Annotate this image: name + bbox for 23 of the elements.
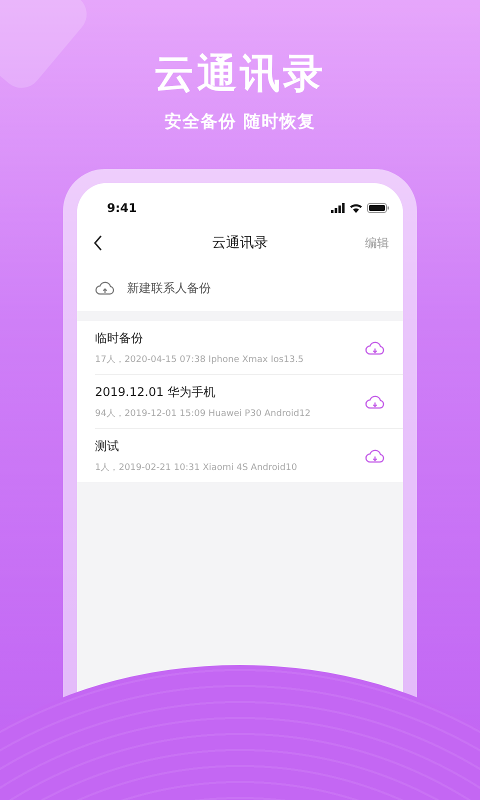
back-icon[interactable] — [93, 235, 103, 251]
cloud-download-icon[interactable] — [365, 395, 385, 409]
signal-icon — [331, 203, 345, 213]
backup-detail: 17人，2020-04-15 07:38 Iphone Xmax Ios13.5 — [95, 354, 304, 366]
backup-title: 临时备份 — [95, 330, 144, 347]
cloud-upload-icon — [95, 281, 115, 295]
backup-detail: 94人，2019-12-01 15:09 Huawei P30 Android12 — [95, 408, 311, 420]
backup-title: 2019.12.01 华为手机 — [95, 384, 217, 401]
new-backup-label: 新建联系人备份 — [127, 280, 211, 296]
battery-icon — [367, 203, 389, 213]
backup-item[interactable]: 临时备份 17人，2020-04-15 07:38 Iphone Xmax Ios13.5 — [95, 321, 403, 375]
backup-item[interactable]: 2019.12.01 华为手机 94人，2019-12-01 15:09 Huawei P30 Android12 — [95, 375, 403, 429]
subtitle: 安全备份 随时恢复 — [164, 111, 316, 133]
new-backup-row[interactable]: 新建联系人备份 — [77, 265, 403, 311]
cloud-download-icon[interactable] — [365, 449, 385, 463]
headline: 云通讯录 — [154, 50, 326, 99]
status-time: 9:41 — [107, 201, 137, 215]
backup-item[interactable]: 测试 1人，2019-02-21 10:31 Xiaomi 4S Android10 — [95, 429, 403, 482]
backup-detail: 1人，2019-02-21 10:31 Xiaomi 4S Android10 — [95, 462, 298, 474]
backup-title: 测试 — [95, 438, 120, 455]
cloud-download-icon[interactable] — [365, 341, 385, 355]
wifi-icon — [349, 203, 363, 213]
screen-title: 云通讯录 — [212, 234, 268, 252]
